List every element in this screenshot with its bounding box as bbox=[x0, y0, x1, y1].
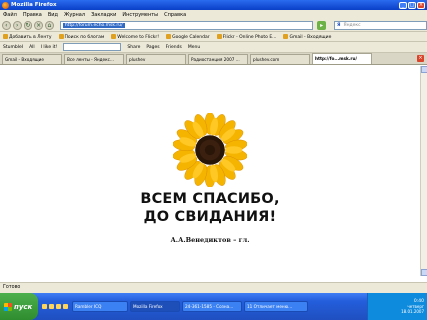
address-bar[interactable]: http://forum.echo.msk.ru/ bbox=[59, 20, 314, 30]
bookmark-label: Добавить в Ленту bbox=[9, 34, 52, 40]
bookmark-label: Поиск по блогам bbox=[64, 34, 105, 40]
menu-file[interactable]: Файл bbox=[3, 12, 17, 18]
farewell-line-1: ВСЕМ СПАСИБО, bbox=[140, 191, 280, 207]
menu-history[interactable]: Журнал bbox=[64, 12, 85, 18]
bookmark-item[interactable]: Gmail - Входящие bbox=[283, 33, 332, 40]
windows-taskbar: пуск Rambler ICQ Mozilla Firefox 24-361-… bbox=[0, 293, 427, 320]
scroll-up-arrow[interactable] bbox=[421, 66, 427, 73]
close-tab-button[interactable]: × bbox=[417, 55, 424, 62]
firefox-logo-icon bbox=[2, 1, 9, 9]
bookmark-label: Welcome to Flickr! bbox=[117, 34, 160, 40]
stop-button[interactable]: × bbox=[34, 20, 44, 30]
bookmark-icon bbox=[58, 33, 64, 39]
bookmark-icon bbox=[3, 33, 8, 39]
window-title: Mozilla Firefox bbox=[11, 2, 57, 8]
menu-edit[interactable]: Правка bbox=[23, 12, 42, 18]
quick-launch-icon[interactable] bbox=[63, 304, 68, 309]
go-button[interactable]: ▸ bbox=[317, 20, 327, 30]
quick-launch-icon[interactable] bbox=[49, 304, 54, 309]
pages-button[interactable]: Pages bbox=[146, 45, 159, 50]
tab-plushev[interactable]: plushev bbox=[126, 54, 186, 64]
vertical-scrollbar[interactable] bbox=[420, 66, 427, 276]
menu-help[interactable]: Справка bbox=[164, 12, 186, 18]
menu-bar: Файл Правка Вид Журнал Закладки Инструме… bbox=[0, 10, 427, 19]
tab-forum-active[interactable]: http://fo...msk.ru/ bbox=[312, 53, 372, 64]
like-button[interactable]: I like it! bbox=[41, 45, 58, 50]
search-engine-icon[interactable]: Я bbox=[337, 23, 340, 28]
bookmark-label: Flickr - Online Photo E... bbox=[222, 34, 277, 40]
menu-button[interactable]: Menu bbox=[188, 45, 200, 50]
tab-gmail[interactable]: Gmail - Входящие bbox=[2, 54, 62, 64]
bookmark-item[interactable]: Welcome to Flickr! bbox=[111, 33, 160, 40]
minimize-button[interactable]: _ bbox=[399, 1, 407, 9]
maximize-button[interactable]: □ bbox=[408, 1, 416, 9]
tab-yandex-feeds[interactable]: Все ленты - Яндекс... bbox=[64, 54, 124, 64]
bookmark-item[interactable]: Добавить в Ленту bbox=[3, 33, 52, 40]
menu-view[interactable]: Вид bbox=[48, 12, 58, 18]
menu-bookmarks[interactable]: Закладки bbox=[91, 12, 116, 18]
bookmark-label: Gmail - Входящие bbox=[289, 34, 332, 40]
start-label: пуск bbox=[14, 302, 33, 311]
status-bar: Готово bbox=[0, 282, 427, 293]
friends-button[interactable]: Friends bbox=[166, 45, 182, 50]
start-button[interactable]: пуск bbox=[0, 293, 38, 320]
search-placeholder: Яндекс bbox=[343, 22, 361, 28]
quick-launch bbox=[42, 304, 68, 309]
bookmark-item[interactable]: Flickr - Online Photo E... bbox=[216, 33, 277, 40]
title-bar: Mozilla Firefox _ □ × bbox=[0, 0, 427, 10]
task-firefox[interactable]: Mozilla Firefox bbox=[130, 301, 180, 312]
bookmark-icon bbox=[283, 33, 289, 39]
bookmark-icon bbox=[166, 33, 172, 39]
close-window-button[interactable]: × bbox=[417, 1, 425, 9]
share-button[interactable]: Share bbox=[127, 45, 140, 50]
bookmarks-bar: Добавить в Ленту Поиск по блогам Welcome… bbox=[0, 32, 427, 42]
bookmark-label: Google Calendar bbox=[172, 34, 210, 40]
window-controls: _ □ × bbox=[399, 1, 425, 9]
page-content: ВСЕМ СПАСИБО, ДО СВИДАНИЯ! А.А.Венедикто… bbox=[0, 66, 420, 276]
task-rambler-icq[interactable]: Rambler ICQ bbox=[72, 301, 128, 312]
menu-tools[interactable]: Инструменты bbox=[122, 12, 158, 18]
windows-logo-icon bbox=[4, 302, 12, 311]
farewell-line-2: ДО СВИДАНИЯ! bbox=[143, 209, 277, 225]
bookmark-icon bbox=[111, 33, 117, 39]
navigation-bar: ‹ › ↻ × ⌂ http://forum.echo.msk.ru/ ▸ Я … bbox=[0, 19, 427, 32]
author-signature: А.А.Венедиктов – гл. bbox=[170, 236, 250, 244]
task-document[interactable]: 24-361-1585 - Созна... bbox=[182, 301, 242, 312]
all-dropdown[interactable]: All bbox=[29, 45, 35, 50]
toolbar-search-input[interactable] bbox=[63, 43, 122, 51]
quick-launch-icon[interactable] bbox=[56, 304, 61, 309]
url-text[interactable]: http://forum.echo.msk.ru/ bbox=[62, 22, 125, 28]
system-tray: 0:40 четверг 18.01.2007 bbox=[367, 293, 427, 320]
bookmark-item[interactable]: Google Calendar bbox=[166, 33, 210, 40]
home-button[interactable]: ⌂ bbox=[45, 20, 54, 30]
taskbar-buttons: Rambler ICQ Mozilla Firefox 24-361-1585 … bbox=[72, 301, 308, 312]
stumble-button[interactable]: StumbleI bbox=[3, 45, 23, 50]
quick-launch-icon[interactable] bbox=[42, 304, 47, 309]
sunflower-image bbox=[173, 113, 247, 187]
task-other[interactable]: 11 Отличает меню... bbox=[244, 301, 308, 312]
stumbleupon-toolbar: StumbleI All I like it! Share Pages Frie… bbox=[0, 42, 427, 53]
forward-button[interactable]: › bbox=[12, 20, 22, 30]
search-box[interactable]: Я Яндекс bbox=[334, 20, 427, 30]
scroll-down-arrow[interactable] bbox=[421, 269, 427, 276]
tab-plushev-com[interactable]: plushev.com bbox=[250, 54, 310, 64]
clock-date: 18.01.2007 bbox=[401, 309, 424, 314]
reload-button[interactable]: ↻ bbox=[23, 20, 33, 30]
tab-radio[interactable]: Радиостанция 2007 ... bbox=[188, 54, 248, 64]
back-button[interactable]: ‹ bbox=[2, 20, 11, 30]
tab-bar: Gmail - Входящие Все ленты - Яндекс... p… bbox=[0, 53, 427, 65]
bookmark-icon bbox=[216, 33, 222, 39]
bookmark-item[interactable]: Поиск по блогам bbox=[58, 33, 105, 40]
